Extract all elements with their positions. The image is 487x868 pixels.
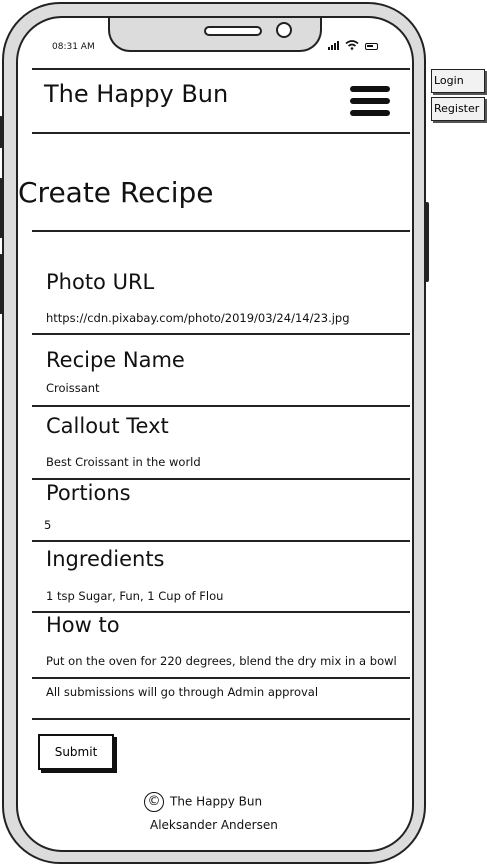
- recipe-name-label: Recipe Name: [46, 348, 185, 372]
- approval-note: All submissions will go through Admin ap…: [46, 685, 319, 699]
- speaker-icon: [204, 26, 262, 36]
- divider: [32, 677, 410, 679]
- phone-frame: 08:31 AM The Happy Bun Create Recipe Pho…: [0, 2, 429, 864]
- callout-text-label: Callout Text: [46, 414, 169, 438]
- footer-author: Aleksander Andersen: [150, 818, 278, 832]
- divider: [32, 540, 410, 542]
- camera-icon: [276, 22, 292, 38]
- signal-icon: [328, 41, 339, 50]
- copyright-icon: ©: [144, 792, 164, 812]
- how-to-label: How to: [46, 613, 120, 637]
- divider: [32, 333, 410, 335]
- login-button[interactable]: Login: [431, 69, 485, 93]
- ingredients-field[interactable]: 1 tsp Sugar, Fun, 1 Cup of Flou: [46, 589, 223, 603]
- register-button[interactable]: Register: [431, 97, 485, 121]
- phone-notch: [108, 18, 322, 52]
- portions-label: Portions: [46, 481, 131, 505]
- app-title: The Happy Bun: [44, 80, 229, 108]
- page-title: Create Recipe: [18, 176, 214, 209]
- photo-url-label: Photo URL: [46, 270, 155, 294]
- app-header: The Happy Bun: [32, 68, 410, 134]
- footer: © The Happy Bun Aleksander Andersen: [144, 792, 314, 832]
- callout-text-field[interactable]: Best Croissant in the world: [46, 455, 201, 469]
- divider: [32, 478, 410, 480]
- ingredients-label: Ingredients: [46, 547, 165, 571]
- hamburger-menu-icon[interactable]: [350, 86, 390, 120]
- status-icons: [328, 40, 378, 50]
- divider: [32, 718, 410, 720]
- divider: [32, 230, 410, 232]
- wifi-icon: [345, 40, 359, 50]
- battery-icon: [365, 43, 378, 50]
- phone-side-button-left-1: [0, 116, 3, 148]
- divider: [32, 405, 410, 407]
- recipe-name-field[interactable]: Croissant: [46, 381, 100, 395]
- portions-field[interactable]: 5: [44, 518, 51, 532]
- status-time: 08:31 AM: [52, 42, 95, 52]
- phone-side-button-right: [425, 202, 429, 282]
- phone-side-button-left-3: [0, 254, 3, 314]
- how-to-field[interactable]: Put on the oven for 220 degrees, blend t…: [46, 654, 397, 668]
- footer-brand: The Happy Bun: [170, 794, 263, 809]
- phone-screen: 08:31 AM The Happy Bun Create Recipe Pho…: [16, 16, 414, 852]
- phone-side-button-left-2: [0, 178, 3, 238]
- submit-button[interactable]: Submit: [38, 734, 114, 770]
- photo-url-field[interactable]: https://cdn.pixabay.com/photo/2019/03/24…: [46, 311, 350, 325]
